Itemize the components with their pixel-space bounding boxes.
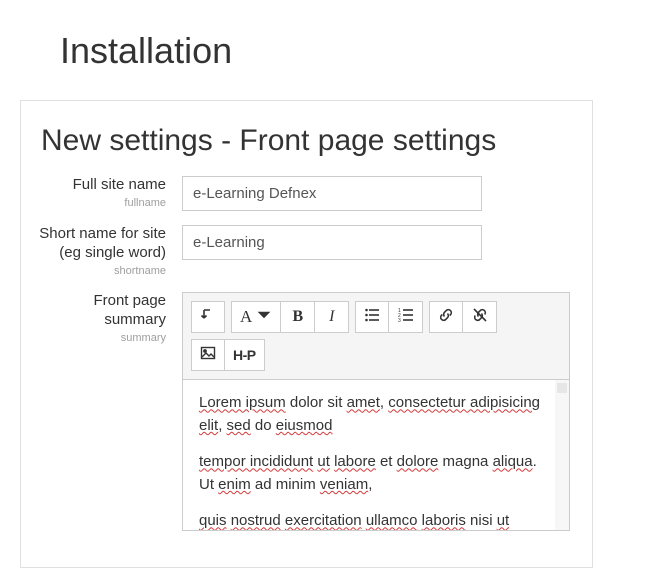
numbered-list-button[interactable]: 123 bbox=[389, 301, 423, 333]
settings-card: New settings - Front page settings Full … bbox=[20, 100, 593, 568]
numbered-list-icon: 123 bbox=[398, 307, 414, 328]
shortname-input[interactable] bbox=[182, 225, 482, 260]
italic-button[interactable]: I bbox=[315, 301, 349, 333]
field-shortname: Short name for site (eg single word) sho… bbox=[37, 225, 570, 278]
image-button[interactable] bbox=[191, 339, 225, 371]
toggle-toolbar-button[interactable] bbox=[191, 301, 225, 333]
unlink-icon bbox=[472, 307, 488, 328]
editor-scrollbar[interactable] bbox=[555, 380, 569, 530]
link-button[interactable] bbox=[429, 301, 463, 333]
summary-tech: summary bbox=[37, 332, 166, 346]
caret-down-icon bbox=[256, 307, 272, 328]
shortname-label-text: Short name for site (eg single word) bbox=[39, 225, 166, 261]
fullname-tech: fullname bbox=[37, 197, 166, 211]
page-title: Installation bbox=[60, 30, 585, 72]
arrow-down-icon bbox=[200, 307, 216, 328]
bulleted-list-button[interactable] bbox=[355, 301, 389, 333]
field-fullname: Full site name fullname bbox=[37, 176, 570, 211]
summary-label: Front page summary summary bbox=[37, 292, 182, 345]
editor-content[interactable]: Lorem ipsum dolor sit amet, consectetur … bbox=[183, 380, 569, 530]
fullname-label-text: Full site name bbox=[73, 176, 166, 193]
field-summary: Front page summary summary bbox=[37, 292, 570, 531]
bullet-list-icon bbox=[364, 307, 380, 328]
image-icon bbox=[200, 345, 216, 366]
paragraph-a-icon: A bbox=[240, 307, 252, 327]
section-title: New settings - Front page settings bbox=[41, 124, 570, 158]
h5p-icon: H-P bbox=[233, 347, 256, 363]
paragraph-style-button[interactable]: A bbox=[231, 301, 281, 333]
scrollbar-thumb-top bbox=[557, 383, 567, 393]
editor-toolbar: A B I bbox=[183, 293, 569, 380]
rich-text-editor: A B I bbox=[182, 292, 570, 531]
bold-button[interactable]: B bbox=[281, 301, 315, 333]
svg-text:3: 3 bbox=[398, 318, 401, 323]
h5p-button[interactable]: H-P bbox=[225, 339, 265, 371]
fullname-label: Full site name fullname bbox=[37, 176, 182, 211]
shortname-tech: shortname bbox=[37, 265, 166, 279]
summary-label-text: Front page summary bbox=[93, 292, 166, 328]
unlink-button[interactable] bbox=[463, 301, 497, 333]
fullname-input[interactable] bbox=[182, 176, 482, 211]
link-icon bbox=[438, 307, 454, 328]
shortname-label: Short name for site (eg single word) sho… bbox=[37, 225, 182, 278]
